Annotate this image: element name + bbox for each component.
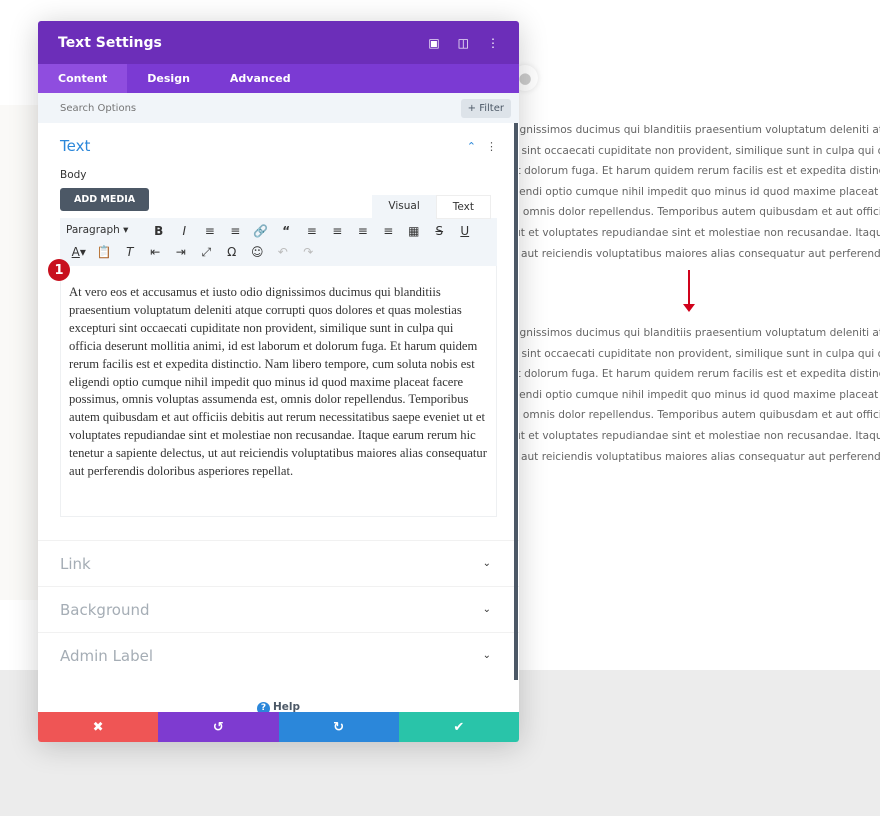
- down-arrow-icon: [683, 270, 695, 312]
- redo-icon[interactable]: ↷: [296, 245, 322, 260]
- body-editor[interactable]: At vero eos et accusamus et iusto odio d…: [60, 266, 497, 517]
- tab-design[interactable]: Design: [127, 64, 210, 93]
- section-more-icon[interactable]: ⋮: [486, 140, 497, 153]
- text-settings-modal: Text Settings ▣ ◫ ⋮ Content Design Advan…: [38, 21, 519, 742]
- chevron-down-icon: ⌄: [482, 604, 491, 615]
- section-admin-label[interactable]: Admin Label ⌄: [38, 632, 519, 678]
- undo-icon: ↺: [212, 719, 224, 735]
- close-icon: ✖: [92, 719, 104, 735]
- add-media-button[interactable]: ADD MEDIA: [60, 188, 150, 211]
- chevron-down-icon: ⌄: [482, 558, 491, 569]
- section-link[interactable]: Link ⌄: [38, 540, 519, 586]
- align-left-icon[interactable]: ≡: [299, 224, 325, 238]
- section-background[interactable]: Background ⌄: [38, 586, 519, 632]
- text-line: , ut aut reiciendis voluptatibus maiores…: [500, 450, 880, 463]
- modal-tabs: Content Design Advanced: [38, 64, 519, 93]
- search-input[interactable]: [60, 102, 461, 114]
- split-view-icon[interactable]: ◫: [458, 36, 469, 50]
- bullet-list-icon[interactable]: ≡: [197, 224, 223, 238]
- page-text-block-after: o dignissimos ducimus qui blanditiis pra…: [500, 323, 880, 467]
- scrollbar[interactable]: [514, 123, 518, 680]
- text-line: turi sint occaecati cupiditate non provi…: [500, 144, 880, 157]
- text-line: o dignissimos ducimus qui blanditiis pra…: [500, 124, 880, 136]
- text-color-icon[interactable]: A▾: [66, 245, 92, 260]
- outdent-icon[interactable]: ⇤: [143, 245, 169, 260]
- justify-icon[interactable]: ≡: [376, 224, 402, 238]
- modal-footer: ✖ ↺ ↻ ✔: [38, 712, 519, 742]
- format-select[interactable]: Paragraph ▾: [66, 224, 146, 238]
- text-line: est, omnis dolor repellendus. Temporibus…: [500, 409, 880, 422]
- text-line: n et dolorum fuga. Et harum quidem rerum…: [500, 165, 880, 178]
- text-line: , ut aut reiciendis voluptatibus maiores…: [500, 247, 880, 260]
- paste-text-icon[interactable]: 📋: [92, 245, 118, 260]
- link-icon[interactable]: 🔗: [248, 224, 274, 238]
- search-bar: + Filter: [38, 93, 519, 123]
- section-title: Background: [60, 600, 150, 619]
- undo-button[interactable]: ↺: [158, 712, 279, 742]
- text-section-title[interactable]: Text: [60, 137, 457, 155]
- chevron-down-icon: ⌄: [482, 650, 491, 661]
- tab-advanced[interactable]: Advanced: [210, 64, 311, 93]
- align-right-icon[interactable]: ≡: [350, 224, 376, 238]
- text-line: eligendi optio cumque nihil impedit quo …: [500, 388, 880, 401]
- tab-content[interactable]: Content: [38, 64, 128, 93]
- redo-icon: ↻: [333, 719, 345, 735]
- blockquote-icon[interactable]: “: [274, 224, 300, 238]
- body-label: Body: [60, 169, 87, 181]
- italic-icon[interactable]: I: [172, 224, 198, 238]
- check-icon: ✔: [453, 719, 465, 735]
- cancel-button[interactable]: ✖: [38, 712, 159, 742]
- indent-icon[interactable]: ⇥: [168, 245, 194, 260]
- text-line: eligendi optio cumque nihil impedit quo …: [500, 185, 880, 198]
- page-text-block-before: o dignissimos ducimus qui blanditiis pra…: [500, 120, 880, 264]
- text-line: et ut et voluptates repudiandae sint et …: [500, 429, 880, 442]
- text-line: est, omnis dolor repellendus. Temporibus…: [500, 206, 880, 219]
- chevron-up-icon[interactable]: ⌃: [467, 140, 476, 153]
- align-center-icon[interactable]: ≡: [325, 224, 351, 238]
- clear-formatting-icon[interactable]: T: [117, 245, 143, 260]
- emoji-icon[interactable]: ☺: [245, 245, 271, 260]
- strikethrough-icon[interactable]: S: [427, 224, 453, 238]
- tab-text[interactable]: Text: [435, 195, 491, 219]
- text-line: n et dolorum fuga. Et harum quidem rerum…: [500, 368, 880, 381]
- section-title: Admin Label: [60, 646, 154, 665]
- text-section: Text ⌃ ⋮ Body ADD MEDIA Visual Text Para…: [38, 123, 519, 517]
- underline-icon[interactable]: U: [452, 224, 478, 238]
- special-char-icon[interactable]: Ω: [219, 245, 245, 260]
- text-line: o dignissimos ducimus qui blanditiis pra…: [500, 327, 880, 339]
- page-background-section: [0, 105, 40, 600]
- bold-icon[interactable]: B: [146, 224, 172, 238]
- table-icon[interactable]: ▦: [401, 224, 427, 238]
- numbered-list-icon[interactable]: ≡: [223, 224, 249, 238]
- focus-icon[interactable]: ▣: [428, 36, 439, 50]
- editor-toolbar: Paragraph ▾ B I ≡ ≡ 🔗 “ ≡ ≡ ≡ ≡ ▦ S U A▾…: [60, 218, 497, 266]
- format-select-value: Paragraph: [66, 224, 120, 237]
- text-line: et ut et voluptates repudiandae sint et …: [500, 226, 880, 239]
- step-badge: 1: [48, 259, 70, 281]
- more-icon[interactable]: ⋮: [487, 36, 499, 50]
- fullscreen-icon[interactable]: ⤢: [194, 245, 220, 260]
- modal-header[interactable]: Text Settings ▣ ◫ ⋮: [38, 21, 519, 64]
- modal-title: Text Settings: [58, 34, 162, 51]
- redo-button[interactable]: ↻: [278, 712, 399, 742]
- undo-icon[interactable]: ↶: [270, 245, 296, 260]
- filter-button[interactable]: + Filter: [460, 98, 511, 118]
- save-button[interactable]: ✔: [398, 712, 519, 742]
- section-title: Link: [60, 554, 91, 573]
- tab-visual[interactable]: Visual: [372, 195, 436, 219]
- text-line: turi sint occaecati cupiditate non provi…: [500, 347, 880, 360]
